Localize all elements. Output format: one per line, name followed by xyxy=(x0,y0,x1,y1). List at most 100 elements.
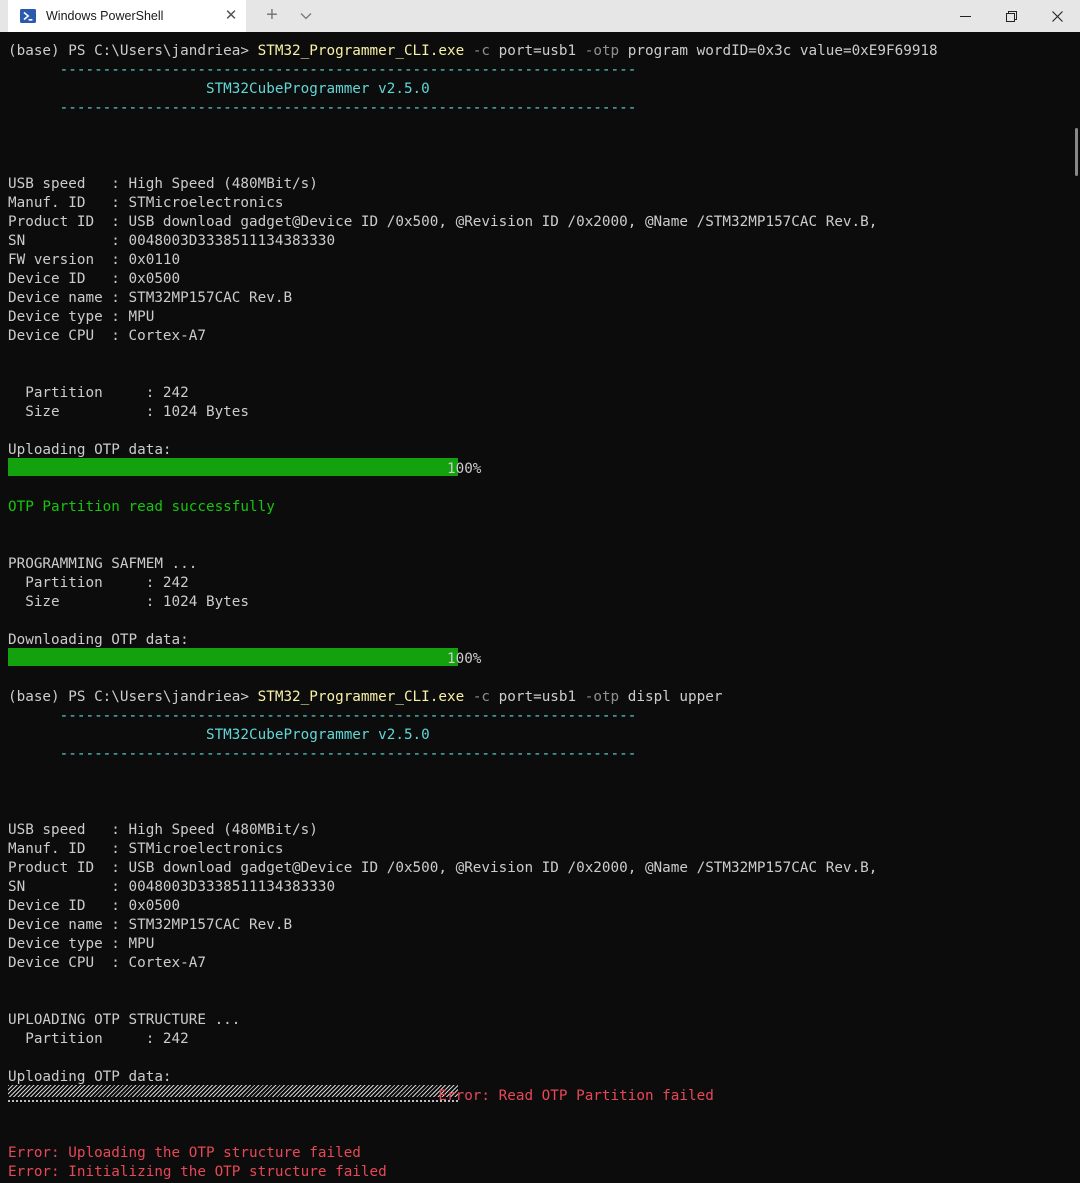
terminal-line: Manuf. ID : STMicroelectronics xyxy=(8,840,283,859)
restore-icon xyxy=(1005,10,1017,22)
terminal-line: STM32CubeProgrammer v2.5.0 xyxy=(8,80,430,99)
powershell-icon xyxy=(20,9,36,23)
terminal-text: -otp xyxy=(584,689,620,705)
terminal-text: SN : 0048003D3338511134383330 xyxy=(8,879,336,895)
terminal-line: Device CPU : Cortex-A7 xyxy=(8,327,206,346)
terminal-text: (base) PS C:\Users\jandriea> xyxy=(8,43,258,59)
terminal-text: Partition : 242 xyxy=(8,1031,189,1047)
terminal-text: Size : 1024 Bytes xyxy=(8,594,250,610)
terminal-text: ----------------------------------------… xyxy=(8,62,637,78)
terminal-text: Partition : 242 xyxy=(8,575,189,591)
terminal-line: Uploading OTP data: xyxy=(8,1068,172,1087)
terminal-text: Manuf. ID : STMicroelectronics xyxy=(8,195,284,211)
terminal-line: USB speed : High Speed (480MBit/s) xyxy=(8,821,318,840)
terminal-text: Device CPU : Cortex-A7 xyxy=(8,955,206,971)
terminal-text: Uploading OTP data: xyxy=(8,442,172,458)
terminal-line: Downloading OTP data: xyxy=(8,631,189,650)
terminal-line: ----------------------------------------… xyxy=(8,707,637,726)
terminal-line: ----------------------------------------… xyxy=(8,745,637,764)
terminal-text: Device name : STM32MP157CAC Rev.B xyxy=(8,290,293,306)
terminal-text: Device CPU : Cortex-A7 xyxy=(8,328,206,344)
terminal-text: Partition : 242 xyxy=(8,385,189,401)
terminal-text: Size : 1024 Bytes xyxy=(8,404,250,420)
title-bar: Windows PowerShell ✕ + xyxy=(0,0,1080,32)
restore-button[interactable] xyxy=(988,0,1034,32)
new-tab-button[interactable]: + xyxy=(258,0,286,32)
terminal-line: Partition : 242 xyxy=(8,384,189,403)
tab-title: Windows PowerShell xyxy=(46,9,164,23)
terminal-text: Uploading OTP data: xyxy=(8,1069,172,1085)
terminal-line: Device ID : 0x0500 xyxy=(8,270,180,289)
terminal-line: Device CPU : Cortex-A7 xyxy=(8,954,206,973)
scrollbar-thumb[interactable] xyxy=(1075,128,1078,176)
terminal-line: SN : 0048003D3338511134383330 xyxy=(8,878,335,897)
tab-close-button[interactable]: ✕ xyxy=(216,0,246,32)
terminal-line: OTP Partition read successfully xyxy=(8,498,275,517)
terminal-line: STM32CubeProgrammer v2.5.0 xyxy=(8,726,430,745)
terminal-line: Device type : MPU xyxy=(8,308,154,327)
terminal-line: 100% xyxy=(8,460,481,479)
minimize-icon xyxy=(959,15,971,17)
terminal-line: USB speed : High Speed (480MBit/s) xyxy=(8,175,318,194)
terminal-text: -c xyxy=(464,43,491,59)
terminal-text: 100% xyxy=(8,651,482,667)
terminal-line: UPLOADING OTP STRUCTURE ... xyxy=(8,1011,240,1030)
terminal-text: Downloading OTP data: xyxy=(8,632,189,648)
terminal-text: ----------------------------------------… xyxy=(8,100,637,116)
terminal-line: SN : 0048003D3338511134383330 xyxy=(8,232,335,251)
terminal-text: Device type : MPU xyxy=(8,936,155,952)
terminal-text: ----------------------------------------… xyxy=(8,708,637,724)
terminal-text: STM32CubeProgrammer v2.5.0 xyxy=(8,81,430,97)
terminal-text: Error: Uploading the OTP structure faile… xyxy=(8,1145,361,1161)
terminal-text: FW version : 0x0110 xyxy=(8,252,181,268)
terminal-text: PROGRAMMING SAFMEM ... xyxy=(8,556,198,572)
minimize-button[interactable] xyxy=(942,0,988,32)
terminal-line: PROGRAMMING SAFMEM ... xyxy=(8,555,197,574)
terminal-text: OTP Partition read successfully xyxy=(8,499,275,515)
terminal-text: ----------------------------------------… xyxy=(8,746,637,762)
tab-powershell[interactable]: Windows PowerShell ✕ xyxy=(8,0,246,32)
terminal-text: UPLOADING OTP STRUCTURE ... xyxy=(8,1012,241,1028)
terminal-text: Device type : MPU xyxy=(8,309,155,325)
terminal-output[interactable]: (base) PS C:\Users\jandriea> STM32_Progr… xyxy=(0,32,1080,1183)
terminal-text: port=usb1 xyxy=(490,43,585,59)
terminal-line: Product ID : USB download gadget@Device … xyxy=(8,859,877,878)
terminal-line: Device type : MPU xyxy=(8,935,154,954)
terminal-text: USB speed : High Speed (480MBit/s) xyxy=(8,176,318,192)
terminal-line: Partition : 242 xyxy=(8,1030,189,1049)
terminal-line: Manuf. ID : STMicroelectronics xyxy=(8,194,283,213)
chevron-down-icon xyxy=(300,13,312,20)
terminal-text: Product ID : USB download gadget@Device … xyxy=(8,214,878,230)
terminal-line: Device name : STM32MP157CAC Rev.B xyxy=(8,289,292,308)
terminal-text: Device ID : 0x0500 xyxy=(8,271,181,287)
scrollbar[interactable] xyxy=(1072,32,1080,1183)
terminal-line: Product ID : USB download gadget@Device … xyxy=(8,213,877,232)
terminal-line: Device name : STM32MP157CAC Rev.B xyxy=(8,916,292,935)
close-icon xyxy=(1051,10,1063,22)
tab-dropdown-button[interactable] xyxy=(292,0,320,32)
terminal-text: Error: Read OTP Partition failed xyxy=(438,1088,714,1104)
terminal-text: STM32_Programmer_CLI.exe xyxy=(257,43,465,59)
terminal-text: Device ID : 0x0500 xyxy=(8,898,181,914)
terminal-line: Error: Read OTP Partition failed xyxy=(8,1087,714,1106)
close-window-button[interactable] xyxy=(1034,0,1080,32)
terminal-text: Device name : STM32MP157CAC Rev.B xyxy=(8,917,293,933)
terminal-line: Error: Initializing the OTP structure fa… xyxy=(8,1163,387,1182)
terminal-line: FW version : 0x0110 xyxy=(8,251,180,270)
terminal-text: Manuf. ID : STMicroelectronics xyxy=(8,841,284,857)
terminal-line: Size : 1024 Bytes xyxy=(8,403,249,422)
terminal-text: USB speed : High Speed (480MBit/s) xyxy=(8,822,318,838)
terminal-text: STM32CubeProgrammer v2.5.0 xyxy=(8,727,430,743)
terminal-text: STM32_Programmer_CLI.exe xyxy=(257,689,465,705)
terminal-text: SN : 0048003D3338511134383330 xyxy=(8,233,336,249)
terminal-text: -c xyxy=(464,689,491,705)
terminal-line: ----------------------------------------… xyxy=(8,99,637,118)
terminal-text: program wordID=0x3c value=0xE9F69918 xyxy=(619,43,938,59)
terminal-text: -otp xyxy=(584,43,620,59)
terminal-line: (base) PS C:\Users\jandriea> STM32_Progr… xyxy=(8,688,722,707)
terminal-text: Error: Initializing the OTP structure fa… xyxy=(8,1164,387,1180)
terminal-text: 100% xyxy=(8,461,482,477)
terminal-line: Partition : 242 xyxy=(8,574,189,593)
terminal-line: Uploading OTP data: xyxy=(8,441,172,460)
